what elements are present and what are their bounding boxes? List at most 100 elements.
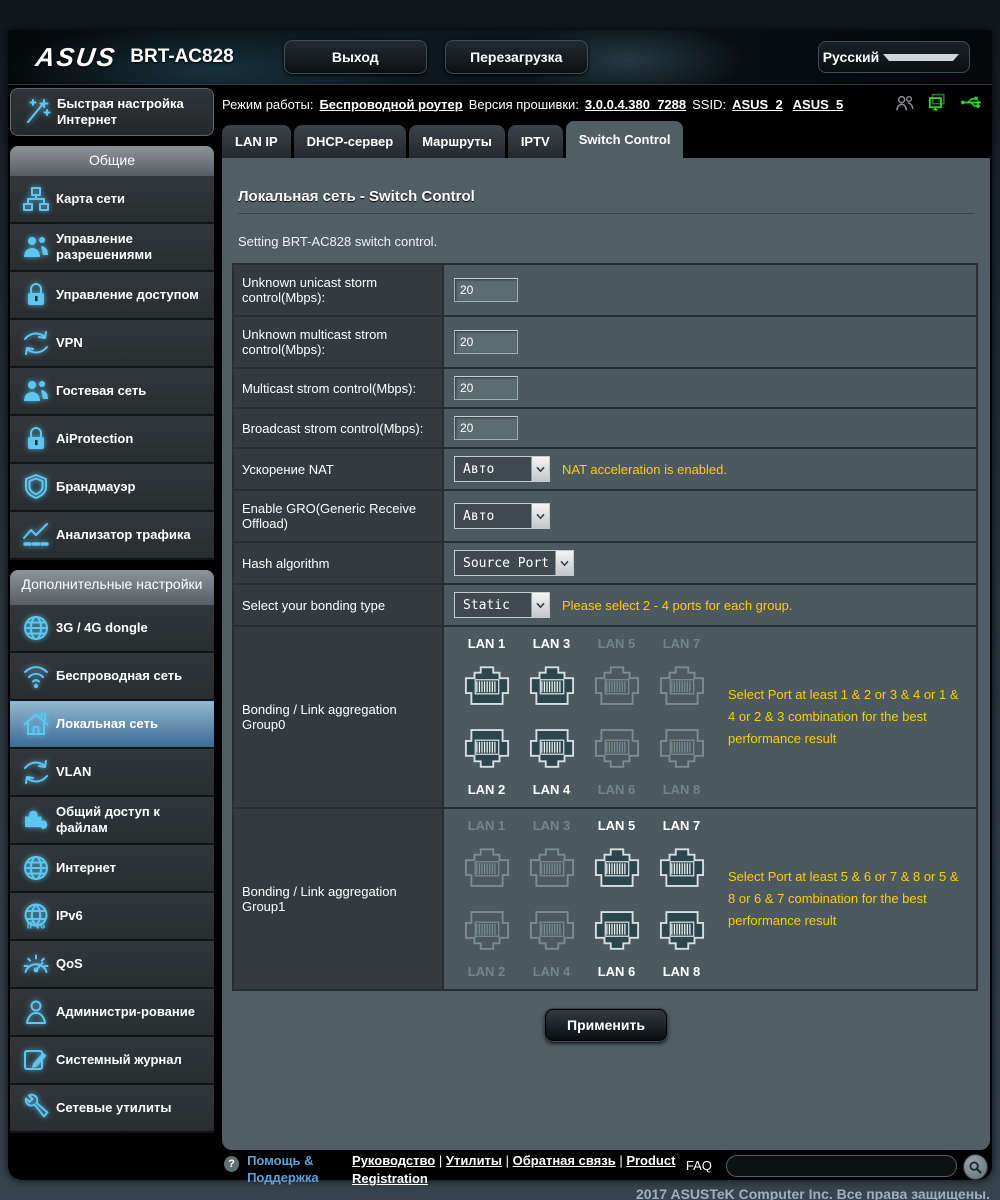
sidebar-item[interactable]: Системный журнал bbox=[10, 1037, 214, 1085]
port-toggle[interactable] bbox=[649, 718, 714, 778]
field-input[interactable] bbox=[454, 376, 518, 400]
usb-icon[interactable] bbox=[960, 94, 986, 114]
sidebar-item[interactable]: Управление разрешениями bbox=[10, 224, 214, 272]
port-toggle[interactable] bbox=[649, 656, 714, 716]
port-toggle[interactable] bbox=[519, 838, 584, 898]
port-toggle[interactable] bbox=[454, 656, 519, 716]
field-input[interactable] bbox=[454, 278, 518, 302]
sidebar-item[interactable]: VPN bbox=[10, 320, 214, 368]
sidebar-item[interactable]: QoS bbox=[10, 941, 214, 989]
status-infobar: Режим работы: Беспроводной роутер Версия… bbox=[222, 88, 990, 120]
sidebar-item[interactable]: Управление доступом bbox=[10, 272, 214, 320]
globe-icon bbox=[24, 856, 48, 880]
tab-switch-control[interactable]: Switch Control bbox=[565, 121, 684, 158]
footer-link[interactable]: Утилиты bbox=[446, 1153, 502, 1168]
field-input[interactable] bbox=[454, 330, 518, 354]
tab-lan-ip[interactable]: LAN IP bbox=[222, 125, 291, 158]
field-label: Select your bonding type bbox=[232, 583, 444, 627]
port-toggle[interactable] bbox=[649, 900, 714, 960]
port-toggle[interactable] bbox=[584, 900, 649, 960]
lan-port-icon bbox=[594, 729, 639, 768]
sidebar-item[interactable]: 3G / 4G dongle bbox=[10, 605, 214, 653]
port-toggle[interactable] bbox=[454, 838, 519, 898]
apply-button[interactable]: Применить bbox=[545, 1009, 667, 1041]
footer-link[interactable]: Обратная связь bbox=[513, 1153, 616, 1168]
reboot-button[interactable]: Перезагрузка bbox=[444, 40, 588, 74]
port-toggle[interactable] bbox=[454, 718, 519, 778]
table-row: Hash algorithm Source Port bbox=[232, 541, 978, 585]
port-toggle[interactable] bbox=[519, 900, 584, 960]
firmware-link[interactable]: 3.0.0.4.380_7288 bbox=[585, 97, 686, 112]
bonding-hint: Select Port at least 5 & 6 or 7 & 8 or 5… bbox=[728, 869, 959, 928]
lan-port-icon bbox=[529, 666, 574, 705]
field-label: Unknown unicast storm control(Mbps): bbox=[232, 263, 444, 317]
sidebar-item[interactable]: Администри-рование bbox=[10, 989, 214, 1037]
port-toggle[interactable] bbox=[649, 838, 714, 898]
table-row: Enable GRO(Generic Receive Offload) Авто bbox=[232, 489, 978, 543]
ssid-link[interactable]: ASUS_5 bbox=[793, 97, 844, 112]
footer-links: Руководство | Утилиты | Обратная связь |… bbox=[352, 1153, 676, 1186]
sidebar-quick-setup[interactable]: Быстрая настройка Интернет bbox=[10, 88, 214, 136]
log-icon bbox=[16, 1045, 56, 1075]
sidebar-item[interactable]: IPv6 IPv6 bbox=[10, 893, 214, 941]
router-model: BRT-AC828 bbox=[130, 46, 234, 67]
mode-label: Режим работы: bbox=[222, 96, 314, 112]
sidebar-item[interactable]: Карта сети bbox=[10, 176, 214, 224]
sidebar-item[interactable]: Сетевые утилиты bbox=[10, 1085, 214, 1133]
search-icon[interactable] bbox=[963, 1154, 988, 1180]
lan-port-icon bbox=[659, 848, 704, 887]
sidebar: Быстрая настройка Интернет Общие Карта сет… bbox=[10, 88, 214, 1133]
devices-icon[interactable] bbox=[927, 93, 948, 116]
help-support-link[interactable]: Помощь & Поддержка bbox=[247, 1152, 330, 1186]
mode-link[interactable]: Беспроводной роутер bbox=[319, 97, 462, 112]
port-toggle[interactable] bbox=[584, 718, 649, 778]
field-select[interactable]: Авто bbox=[454, 503, 550, 529]
arrows-icon bbox=[24, 760, 48, 784]
arrows-icon bbox=[24, 331, 48, 355]
tab-dhcp-сервер[interactable]: DHCP-сервер bbox=[293, 125, 407, 158]
field-select[interactable]: Авто bbox=[454, 456, 550, 482]
table-row: Multicast strom control(Mbps): bbox=[232, 367, 978, 409]
sidebar-item[interactable]: Беспроводная сеть bbox=[10, 653, 214, 701]
sidebar-item[interactable]: Анализатор трафика bbox=[10, 512, 214, 560]
sidebar-item-label: Администри-рование bbox=[56, 1004, 195, 1019]
sidebar-item[interactable]: AiProtection bbox=[10, 416, 214, 464]
sidebar-item[interactable]: Интернет bbox=[10, 845, 214, 893]
ssid-link[interactable]: ASUS_2 bbox=[732, 97, 783, 112]
tab-маршруты[interactable]: Маршруты bbox=[409, 125, 505, 158]
sidebar-item-label: QoS bbox=[56, 956, 83, 971]
page-description: Setting BRT-AC828 switch control. bbox=[238, 234, 438, 249]
sidebar-item[interactable]: Гостевая сеть bbox=[10, 368, 214, 416]
lan-port-icon bbox=[464, 848, 509, 887]
sidebar-item[interactable]: VLAN bbox=[10, 749, 214, 797]
top-banner: ASUS BRT-AC828 Выход Перезагрузка Русски… bbox=[8, 30, 992, 85]
language-select[interactable]: Русский bbox=[818, 41, 970, 73]
port-toggle[interactable] bbox=[584, 656, 649, 716]
port-toggle[interactable] bbox=[519, 718, 584, 778]
sidebar-item-label: Беспроводная сеть bbox=[56, 668, 183, 683]
field-input[interactable] bbox=[454, 416, 518, 440]
lock-icon bbox=[28, 427, 44, 449]
port-toggle[interactable] bbox=[454, 900, 519, 960]
sidebar-item[interactable]: Брандмауэр bbox=[10, 464, 214, 512]
footer-link[interactable]: Руководство bbox=[352, 1153, 435, 1168]
puzzle-icon bbox=[16, 805, 56, 835]
logout-button[interactable]: Выход bbox=[283, 40, 427, 74]
sidebar-item[interactable]: Локальная сеть bbox=[10, 701, 214, 749]
port-toggle[interactable] bbox=[584, 838, 649, 898]
field-select[interactable]: Source Port bbox=[454, 550, 575, 576]
tab-bar: LAN IP DHCP-сервер Маршруты IPTV Switch Cont… bbox=[222, 121, 990, 158]
port-label: LAN 1 bbox=[467, 636, 506, 651]
port-label: LAN 6 bbox=[597, 782, 636, 797]
tab-iptv[interactable]: IPTV bbox=[507, 125, 563, 158]
sidebar-item[interactable]: Общий доступ к файлам bbox=[10, 797, 214, 845]
table-row: Ускорение NAT Авто NAT acceleration is ena… bbox=[232, 447, 978, 491]
port-toggle[interactable] bbox=[519, 656, 584, 716]
wifi-icon bbox=[16, 661, 56, 691]
lan-port-icon bbox=[659, 911, 704, 950]
admin-icon bbox=[16, 997, 56, 1027]
help-icon: ? bbox=[224, 1156, 240, 1172]
field-select[interactable]: Static bbox=[454, 592, 550, 618]
faq-search-input[interactable] bbox=[725, 1155, 958, 1177]
clients-icon[interactable] bbox=[895, 94, 915, 115]
